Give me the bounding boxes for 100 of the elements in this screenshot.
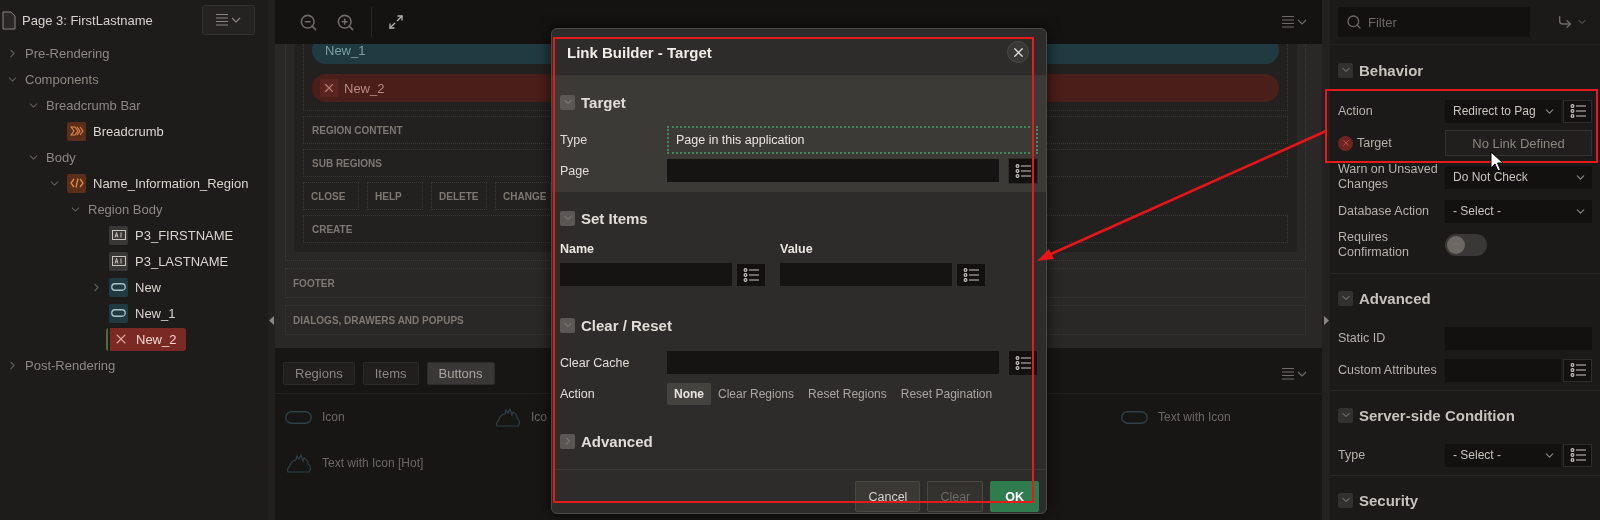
drop-zone: CLOSE <box>303 182 359 210</box>
chevron-down-icon[interactable] <box>1338 290 1353 306</box>
field-label: Database Action <box>1338 203 1430 219</box>
section-title: Clear / Reset <box>581 316 672 334</box>
list-icon <box>1015 355 1031 370</box>
link-button[interactable]: No Link Defined <box>1445 130 1592 156</box>
list-icon <box>1569 363 1586 377</box>
chevron-right-icon[interactable] <box>560 433 575 449</box>
list-icon <box>1569 448 1586 462</box>
gallery-item[interactable]: Text with Icon <box>1121 394 1231 440</box>
dialog-button[interactable]: Cancel <box>855 481 921 512</box>
drop-zone: DELETE <box>431 182 487 210</box>
close-button[interactable] <box>1007 41 1029 63</box>
zoom-in-icon <box>336 12 355 32</box>
section-title: Server-side Condition <box>1359 406 1515 424</box>
chevron-down-icon[interactable] <box>1338 407 1353 423</box>
text-field[interactable] <box>780 263 952 286</box>
breadcrumb-icon <box>67 121 86 141</box>
list-button[interactable] <box>736 263 766 287</box>
section-title: Advanced <box>581 432 653 450</box>
filter-field[interactable]: Filter <box>1338 7 1530 37</box>
text-field-icon <box>109 225 128 245</box>
list-button[interactable] <box>956 263 986 287</box>
gallery-item[interactable]: Text with Icon [Hot] <box>285 440 424 486</box>
select-field[interactable]: - Select - <box>1445 443 1561 467</box>
chevron-down-icon[interactable] <box>560 317 575 333</box>
select-field[interactable]: Do Not Check <box>1445 165 1592 189</box>
section-title: Behavior <box>1359 61 1424 79</box>
tab[interactable]: Items <box>362 362 419 385</box>
list-icon <box>743 268 759 282</box>
chevron-down-icon[interactable] <box>560 94 575 110</box>
chevron-down-icon[interactable] <box>560 210 575 226</box>
tree-item[interactable]: Region Body <box>85 197 166 221</box>
field-label: Custom Attributes <box>1338 362 1437 378</box>
tree-item[interactable]: New <box>106 275 164 299</box>
pill-icon <box>1121 410 1148 424</box>
flame-icon <box>285 453 312 473</box>
radio-option[interactable]: None <box>667 382 711 405</box>
tree-item[interactable]: Breadcrumb <box>64 119 167 143</box>
pill-icon <box>285 410 312 424</box>
tree-item[interactable]: Name_Information_Region <box>64 171 252 195</box>
section-title: Security <box>1359 491 1419 509</box>
text-field[interactable] <box>667 351 999 374</box>
expand-icon <box>388 14 404 30</box>
list-button[interactable] <box>1563 358 1592 382</box>
field-label: Static ID <box>1338 330 1386 346</box>
tab[interactable]: Regions <box>283 362 355 385</box>
tree-item[interactable]: Pre-Rendering <box>22 41 113 65</box>
tree-item[interactable]: Components <box>22 67 102 91</box>
tree-item[interactable]: Body <box>43 145 79 169</box>
field-label: Type <box>560 132 589 147</box>
radio-option[interactable]: Clear Regions <box>711 382 802 405</box>
list-icon <box>963 268 979 282</box>
flame-icon <box>494 407 521 427</box>
section-title: Advanced <box>1359 289 1431 307</box>
expand-button[interactable] <box>386 12 406 32</box>
field-label: Page <box>560 163 591 178</box>
menu-icon <box>215 13 242 27</box>
field-label: Warn on Unsaved Changes <box>1338 162 1439 192</box>
toggle-switch[interactable] <box>1445 234 1487 256</box>
tab[interactable]: Buttons <box>426 362 495 385</box>
dialog-title: Link Builder - Target <box>567 43 712 61</box>
select-field[interactable]: Redirect to Pag <box>1445 99 1561 123</box>
text-field-icon <box>109 251 128 271</box>
field-label: Action <box>1338 103 1373 119</box>
menu-button[interactable] <box>202 5 255 35</box>
radio-option[interactable]: Reset Regions <box>801 382 894 405</box>
gallery-item[interactable]: Icon <box>285 394 345 440</box>
menu-icon <box>1282 366 1308 381</box>
column-label: Name <box>560 241 596 258</box>
chevron-down-icon[interactable] <box>1338 492 1353 508</box>
select-field[interactable]: - Select - <box>1445 199 1592 223</box>
list-button[interactable] <box>1008 349 1038 376</box>
field-label: Type <box>1338 447 1366 463</box>
page-icon <box>2 10 16 30</box>
list-button[interactable] <box>1563 99 1592 123</box>
chevron-down-icon[interactable] <box>1338 62 1353 78</box>
field-label: Action <box>560 386 596 401</box>
list-button[interactable] <box>1563 443 1592 467</box>
section-title: Target <box>581 93 626 111</box>
radio-option[interactable]: Reset Pagination <box>893 382 1000 405</box>
field-label: Target <box>1357 135 1392 151</box>
tree-item[interactable]: Post-Rendering <box>22 353 119 377</box>
text-field[interactable] <box>560 263 732 286</box>
x-mark-icon <box>320 79 338 97</box>
text-field[interactable] <box>667 159 999 182</box>
ok-button[interactable]: OK <box>990 481 1039 512</box>
tree-item[interactable]: Breadcrumb Bar <box>43 93 144 117</box>
tree-item[interactable]: New_2 <box>106 327 187 351</box>
pill-icon <box>109 303 128 323</box>
drop-zone: HELP <box>367 182 423 210</box>
corner-arrow-icon <box>1557 14 1573 30</box>
menu-icon <box>1282 15 1308 29</box>
tree-item[interactable]: P3_FIRSTNAME <box>106 223 237 247</box>
list-button[interactable] <box>1008 157 1038 184</box>
field-label: Requires Confirmation <box>1338 230 1410 260</box>
select-field[interactable]: Page in this application <box>667 125 1038 154</box>
tree-item[interactable]: New_1 <box>106 301 179 325</box>
tree-item[interactable]: P3_LASTNAME <box>106 249 232 273</box>
gallery-item[interactable]: Ico <box>494 394 547 440</box>
